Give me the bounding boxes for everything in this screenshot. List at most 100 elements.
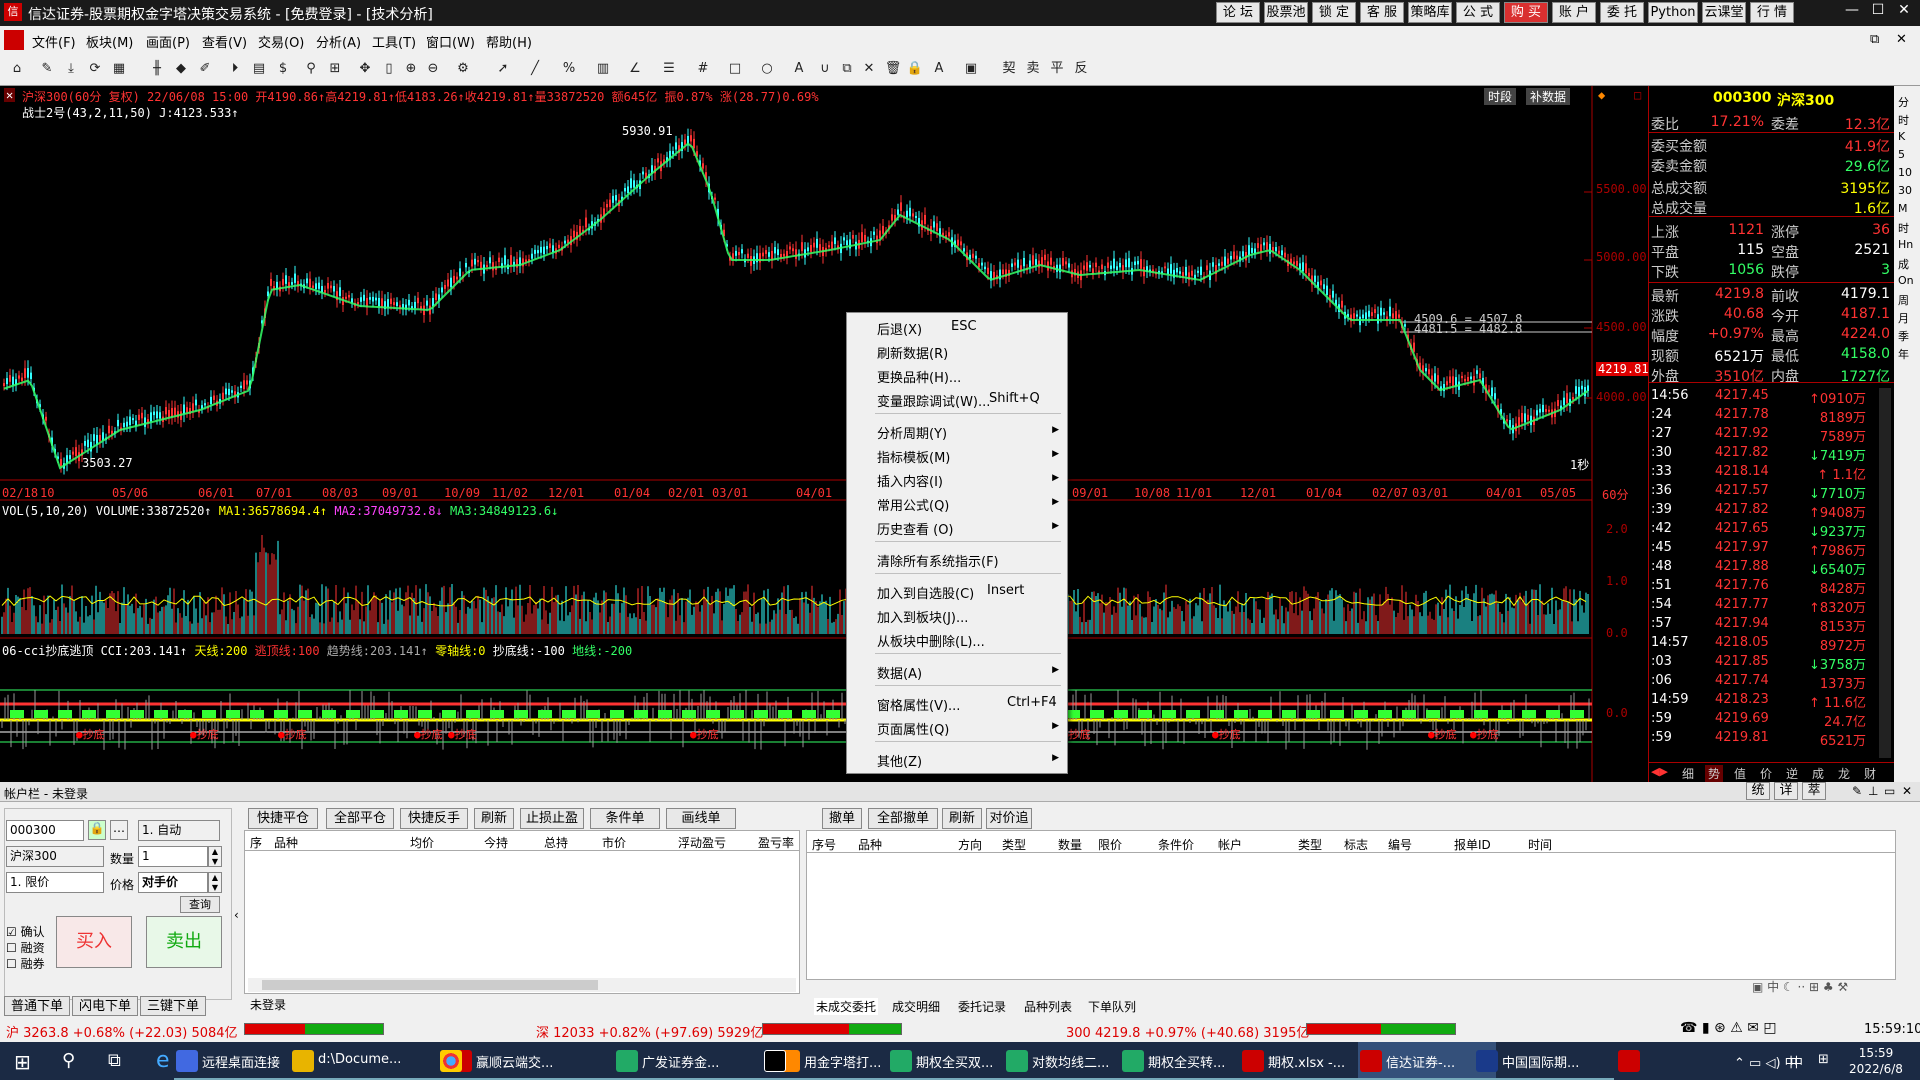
prev-icon[interactable]: ◀▶ — [1651, 765, 1668, 778]
order-column-header[interactable]: 类型 — [1002, 836, 1026, 853]
top-button-7[interactable]: 账 户 — [1552, 2, 1596, 23]
qty-stepper[interactable]: ▲ ▼ — [208, 846, 222, 867]
ime-indicator[interactable]: 中 — [1790, 1052, 1803, 1071]
menu-item-back[interactable]: 后退(X) — [877, 319, 922, 338]
detail-button[interactable]: 详 — [1774, 782, 1798, 800]
order-column-header[interactable]: 品种 — [858, 836, 882, 853]
menu-tools[interactable]: 工具(T) — [372, 32, 416, 51]
ie-icon[interactable]: e — [156, 1048, 170, 1073]
side-tab[interactable]: 年 — [1898, 346, 1909, 362]
magnet-icon[interactable]: ∪ — [816, 60, 834, 78]
side-tab[interactable]: 10 — [1898, 166, 1912, 179]
top-button-6[interactable]: 购 买 — [1504, 2, 1548, 23]
circle-tool-icon[interactable]: ○ — [758, 60, 776, 78]
close-doc-icon[interactable]: ✕ — [1896, 32, 1907, 47]
menu-file[interactable]: 文件(F) — [32, 32, 76, 51]
price-input[interactable]: 对手价 — [138, 872, 208, 893]
order-tab[interactable]: 委托记录 — [956, 998, 1008, 1015]
menu-help[interactable]: 帮助(H) — [486, 32, 532, 51]
quote-tab[interactable]: 财 — [1861, 765, 1880, 782]
menu-item-change-symbol[interactable]: 更换品种(H)... — [877, 367, 961, 386]
maximize-icon[interactable]: ☐ — [1866, 2, 1890, 18]
margin-checkbox[interactable]: ☐ 融资 — [6, 940, 45, 956]
period-button-icon2[interactable]: 卖 — [1024, 60, 1042, 78]
top-button-0[interactable]: 论 坛 — [1216, 2, 1260, 23]
order-tab[interactable]: 品种列表 — [1022, 998, 1074, 1015]
side-tab[interactable]: 分 — [1898, 94, 1909, 110]
order-column-header[interactable]: 类型 — [1298, 836, 1322, 853]
percent-icon[interactable]: % — [560, 60, 578, 78]
play-icon[interactable]: ⏵ — [226, 60, 244, 78]
menu-item-refresh-data[interactable]: 刷新数据(R) — [877, 343, 948, 362]
order-button[interactable]: 撤单 — [822, 808, 862, 829]
menu-item-pane-props[interactable]: 窗格属性(V)... — [877, 695, 960, 714]
position-button[interactable]: 快捷反手 — [400, 808, 468, 829]
download-icon[interactable]: ⤓ — [62, 60, 80, 78]
order-column-header[interactable]: 限价 — [1098, 836, 1122, 853]
side-tab[interactable]: Hn — [1898, 238, 1913, 251]
period-button-icon4[interactable]: 反 — [1072, 60, 1090, 78]
order-column-header[interactable]: 报单ID — [1454, 836, 1491, 853]
menu-block[interactable]: 板块(M) — [86, 32, 133, 51]
top-button-8[interactable]: 委 托 — [1600, 2, 1644, 23]
menu-item-add-watchlist[interactable]: 加入到自选股(C) — [877, 583, 974, 602]
tab-flash-order[interactable]: 闪电下单 — [72, 996, 138, 1016]
alert-icon[interactable]: ◆ — [1598, 88, 1605, 102]
order-column-header[interactable]: 编号 — [1388, 836, 1412, 853]
refresh-icon[interactable]: ⟳ — [86, 60, 104, 78]
position-column-header[interactable]: 今持 — [484, 834, 508, 851]
menu-item-remove-block[interactable]: 从板块中删除(L)... — [877, 631, 985, 650]
price-stepper[interactable]: ▲ ▼ — [208, 872, 222, 893]
menu-item-other[interactable]: 其他(Z) — [877, 751, 922, 770]
position-button[interactable]: 快捷平仓 — [248, 808, 318, 829]
chart-area[interactable]: ✕ 沪深300(60分 复权) 22/06/08 15:00 开4190.86↑… — [0, 86, 1651, 782]
diamond-icon[interactable]: ◆ — [172, 60, 190, 78]
column-icon[interactable]: ▯ — [380, 60, 398, 78]
tool-icon[interactable]: ✎ — [1852, 784, 1862, 798]
menu-item-period[interactable]: 分析周期(Y) — [877, 423, 947, 442]
menu-item-template[interactable]: 指标模板(M) — [877, 447, 950, 466]
doc-icon[interactable]: ▤ — [250, 60, 268, 78]
position-button[interactable]: 刷新 — [474, 808, 514, 829]
delete-icon[interactable]: ✕ — [860, 60, 878, 78]
lock-icon[interactable]: 🔒 — [88, 820, 106, 840]
order-tab[interactable]: 成交明细 — [890, 998, 942, 1015]
menu-item-add-block[interactable]: 加入到板块(J)... — [877, 607, 968, 626]
side-tab[interactable]: 周 — [1898, 292, 1909, 308]
short-checkbox[interactable]: ☐ 融券 — [6, 956, 45, 972]
bar-chart-icon[interactable]: ╫ — [148, 60, 166, 78]
restore-icon[interactable]: ⧉ — [1870, 32, 1879, 47]
menu-item-history[interactable]: 历史查看 (O) — [877, 519, 954, 538]
period-button-icon3[interactable]: 平 — [1048, 60, 1066, 78]
order-column-header[interactable]: 帐户 — [1218, 836, 1242, 853]
top-button-11[interactable]: 行 情 — [1750, 2, 1794, 23]
orders-toolbar-icons[interactable]: ▣ 中 ☾ ·· ⊞ ♣ ⚒ — [1752, 978, 1848, 995]
move-icon[interactable]: ✥ — [356, 60, 374, 78]
top-button-4[interactable]: 策略库 — [1408, 2, 1452, 23]
menu-analysis[interactable]: 分析(A) — [316, 32, 361, 51]
quote-tab[interactable]: 值 — [1731, 765, 1750, 782]
buy-button[interactable]: 买入 — [56, 916, 132, 968]
tab-three-key-order[interactable]: 三键下单 — [140, 996, 206, 1016]
side-tab[interactable]: K — [1898, 130, 1905, 143]
input-icon[interactable]: ⊞ — [1818, 1052, 1829, 1067]
top-button-5[interactable]: 公 式 — [1456, 2, 1500, 23]
order-column-header[interactable]: 序号 — [812, 836, 836, 853]
tab-normal-order[interactable]: 普通下单 — [4, 996, 70, 1016]
position-button[interactable]: 画线单 — [666, 808, 736, 829]
order-button[interactable]: 对价追 — [986, 808, 1032, 829]
save-icon[interactable]: ▣ — [962, 60, 980, 78]
zoom-in-icon[interactable]: ⊕ — [402, 60, 420, 78]
table-tool-icon[interactable]: ▥ — [594, 60, 612, 78]
tick-scrollbar[interactable] — [1879, 388, 1891, 758]
position-column-header[interactable]: 市价 — [602, 834, 626, 851]
position-column-header[interactable]: 总持 — [544, 834, 568, 851]
top-button-9[interactable]: Python — [1648, 2, 1698, 23]
pin-icon[interactable]: ⊥ — [1868, 784, 1878, 798]
position-button[interactable]: 全部平仓 — [326, 808, 394, 829]
line-tool-icon[interactable]: ╱ — [526, 60, 544, 78]
side-tab[interactable]: 5 — [1898, 148, 1905, 161]
scrollbar-thumb[interactable] — [262, 980, 598, 990]
rect-tool-icon[interactable]: □ — [726, 60, 744, 78]
position-column-header[interactable]: 盈亏率 — [758, 834, 794, 851]
